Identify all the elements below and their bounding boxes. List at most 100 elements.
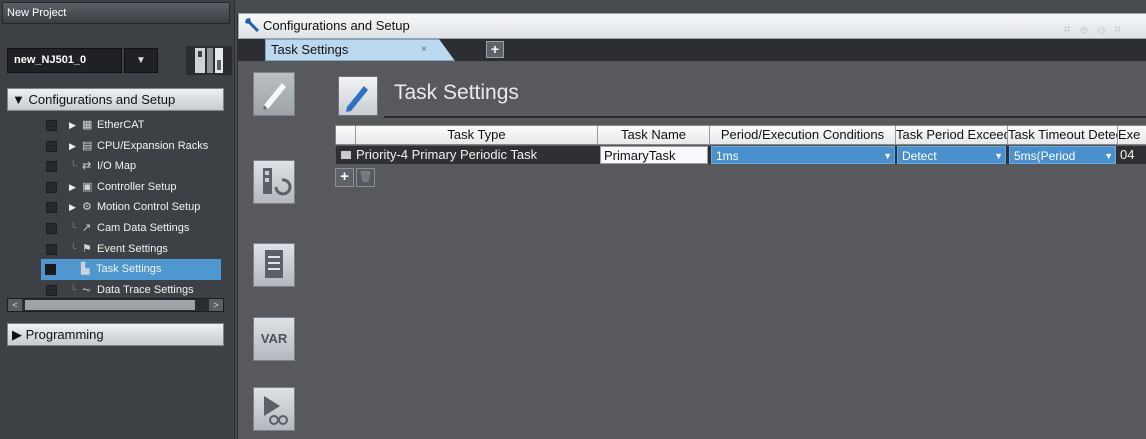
add-row-button[interactable]: +: [335, 168, 354, 187]
list-icon: [265, 250, 283, 278]
period-exceeded-value: Detect: [902, 149, 937, 163]
io-refresh-icon: [263, 168, 292, 196]
exe-cell: 04: [1120, 147, 1135, 162]
editor-title: Configurations and Setup: [263, 18, 410, 33]
pencil-icon: [263, 83, 286, 110]
tree-item-label: I/O Map: [97, 160, 137, 173]
tab-task-settings[interactable]: Task Settings ×: [265, 39, 455, 61]
multiview-explorer: New Project new_NJ501_0 ▼ ▼ Configuratio…: [0, 0, 235, 439]
period-value: 1ms: [716, 149, 739, 163]
chevron-down-icon[interactable]: ▼: [1104, 147, 1113, 163]
period-exceeded-select[interactable]: Detect ▼: [897, 146, 1006, 164]
expand-arrow-icon[interactable]: ▶: [69, 177, 76, 197]
panel-title: New Project: [2, 2, 230, 24]
tree-item-task-settings[interactable]: └ ▙ Task Settings: [41, 259, 221, 280]
section-title: Task Settings: [394, 81, 519, 104]
table-row[interactable]: Priority-4 Primary Periodic Task Primary…: [335, 145, 1146, 165]
close-icon[interactable]: ×: [421, 40, 427, 60]
tree-item-label: Task Settings: [96, 263, 162, 276]
editor-pane: Configurations and Setup ⌗ ⊕ ⊖ ⌗ Task Se…: [237, 13, 1146, 439]
edit-settings-button[interactable]: [253, 72, 295, 116]
tree-item-label: Event Settings: [97, 242, 168, 255]
col-exe[interactable]: Exe: [1118, 126, 1146, 144]
status-square: [46, 181, 57, 193]
status-square: [46, 120, 57, 131]
program-assignment-button[interactable]: [253, 387, 295, 431]
status-square: [45, 264, 56, 276]
editor-title-bar: Configurations and Setup ⌗ ⊕ ⊖ ⌗: [238, 13, 1146, 39]
expand-arrow-icon[interactable]: ▶: [69, 115, 76, 135]
period-select[interactable]: 1ms ▼: [711, 146, 895, 164]
device-name[interactable]: new_NJ501_0: [7, 48, 122, 73]
tree-item-label: CPU/Expansion Racks: [97, 139, 209, 152]
timeout-select[interactable]: 5ms(Period ▼: [1009, 146, 1116, 164]
task-list-button[interactable]: [253, 243, 295, 287]
tree-item-label: Cam Data Settings: [97, 221, 190, 234]
wrench-icon: [245, 18, 259, 32]
scroll-thumb[interactable]: [25, 300, 195, 310]
cam-icon: ↗: [82, 221, 92, 234]
tree-item-label: Data Trace Settings: [97, 283, 194, 296]
task-settings-pencil-icon: [338, 76, 378, 116]
configuration-tree: ▶ ▦ EtherCAT ▶ ▤ CPU/Expansion Racks └ ⇄…: [41, 115, 227, 300]
task-icon: ▙: [81, 263, 90, 276]
status-square: [46, 284, 57, 296]
col-period[interactable]: Period/Execution Conditions: [710, 126, 896, 144]
col-timeout[interactable]: Task Timeout Detection: [1008, 126, 1118, 144]
add-tab-button[interactable]: +: [486, 41, 504, 58]
tree-item-motion-control-setup[interactable]: ▶ ⚙ Motion Control Setup: [42, 197, 227, 218]
col-period-exceeded[interactable]: Task Period Exceeded: [896, 126, 1008, 144]
data-trace-icon: ⏦: [82, 283, 91, 296]
status-square: [46, 243, 57, 255]
expand-arrow-icon[interactable]: ▶: [69, 197, 76, 217]
tree-item-label: Controller Setup: [97, 180, 177, 193]
ethercat-icon: ▦: [82, 119, 93, 131]
tab-label: Task Settings: [271, 42, 349, 57]
io-map-icon: ⇄: [82, 160, 92, 173]
chevron-down-icon[interactable]: ▼: [883, 147, 892, 163]
tree-connector-icon: └: [70, 221, 77, 232]
status-square: [46, 140, 57, 152]
tree-connector-icon: └: [69, 263, 76, 274]
expand-arrow-icon[interactable]: ▶: [69, 136, 76, 156]
task-type-cell: Priority-4 Primary Periodic Task: [356, 147, 538, 162]
tree-connector-icon: └: [70, 160, 77, 171]
task-name-input[interactable]: PrimaryTask: [600, 146, 708, 164]
chevron-down-icon: ▼: [136, 55, 146, 66]
horizontal-scrollbar[interactable]: < >: [7, 298, 224, 312]
scroll-left-button[interactable]: <: [8, 299, 22, 311]
folder-icon: [340, 146, 354, 164]
col-task-type[interactable]: Task Type: [356, 126, 598, 144]
delete-row-button[interactable]: 🗑: [356, 168, 375, 187]
chevron-down-icon[interactable]: ▼: [994, 147, 1003, 163]
status-square: [46, 222, 57, 234]
io-assignment-button[interactable]: [253, 160, 295, 204]
flag-icon: ⚑: [82, 242, 92, 255]
tree-connector-icon: └: [70, 242, 77, 253]
program-watch-icon: [264, 396, 288, 425]
task-table: Task Type Task Name Period/Execution Con…: [335, 125, 1146, 165]
configurations-and-setup-header[interactable]: ▼ Configurations and Setup: [7, 88, 224, 111]
tree-item-event-settings[interactable]: └ ⚑ Event Settings: [42, 239, 227, 260]
tree-item-cam-data-settings[interactable]: └ ↗ Cam Data Settings: [42, 218, 227, 239]
tree-item-label: EtherCAT: [97, 119, 145, 131]
status-square: [46, 161, 57, 173]
header-corner: [336, 126, 356, 144]
programming-header[interactable]: ▶ Programming: [7, 323, 224, 346]
tree-item-ethercat[interactable]: ▶ ▦ EtherCAT: [42, 115, 227, 136]
device-dropdown-button[interactable]: ▼: [124, 48, 158, 73]
var-label: VAR: [260, 331, 288, 346]
col-task-name[interactable]: Task Name: [598, 126, 710, 144]
zoom-tools-icon[interactable]: ⌗ ⊕ ⊖ ⌗: [1064, 17, 1124, 41]
scroll-right-button[interactable]: >: [209, 299, 223, 311]
rack-icon: ▤: [82, 139, 93, 152]
tree-item-io-map[interactable]: └ ⇄ I/O Map: [42, 156, 227, 177]
table-header: Task Type Task Name Period/Execution Con…: [335, 125, 1146, 145]
tree-item-cpu-expansion-racks[interactable]: ▶ ▤ CPU/Expansion Racks: [42, 136, 227, 157]
tab-bar: Task Settings × +: [238, 39, 1146, 61]
variable-access-button[interactable]: VAR: [253, 317, 295, 361]
tree-item-controller-setup[interactable]: ▶ ▣ Controller Setup: [42, 177, 227, 198]
tree-item-label: Motion Control Setup: [97, 201, 201, 214]
divider: [384, 116, 1146, 118]
status-square: [46, 202, 57, 214]
